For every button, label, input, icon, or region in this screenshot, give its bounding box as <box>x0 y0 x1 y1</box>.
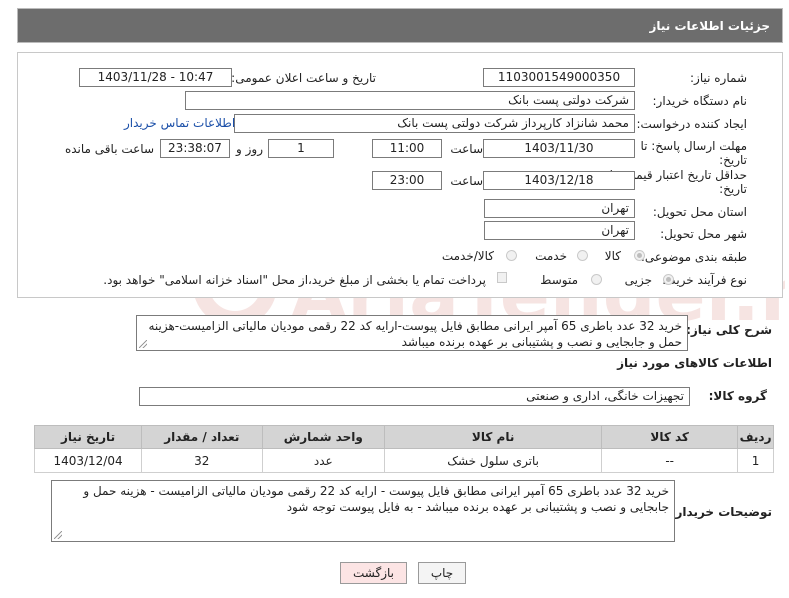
need-number-label: شماره نیاز: <box>690 71 747 85</box>
process-type-label: نوع فرآیند خرید : <box>662 273 747 287</box>
buyer-notes-text: خرید 32 عدد باطری 65 آمپر ایرانی مطابق ف… <box>51 480 675 542</box>
print-button[interactable]: چاپ <box>418 562 466 584</box>
col-qty: تعداد / مقدار <box>141 425 263 449</box>
col-date: تاریخ نیاز <box>33 425 143 449</box>
resize-grip-icon[interactable] <box>54 531 62 539</box>
need-number-field: 1103001549000350 <box>483 68 635 87</box>
category-radio-goods-service[interactable] <box>506 250 517 261</box>
creator-field: محمد شانزاد کارپرداز شرکت دولتی پست بانک <box>234 114 635 133</box>
contact-info-link[interactable]: اطلاعات تماس خریدار <box>124 116 235 130</box>
deadline-time-field: 11:00 <box>372 139 442 158</box>
validity-time-label: ساعت <box>450 174 483 188</box>
goods-section-title: اطلاعات کالاهای مورد نیاز <box>617 356 772 370</box>
deadline-label: مهلت ارسال پاسخ: تا <box>640 139 747 153</box>
summary-text-content: خرید 32 عدد باطری 65 آمپر ایرانی مطابق ف… <box>148 319 682 349</box>
buyer-notes-content: خرید 32 عدد باطری 65 آمپر ایرانی مطابق ف… <box>83 484 669 514</box>
cell-row: 1 <box>737 448 774 473</box>
cell-date: 1403/12/04 <box>33 448 143 473</box>
page-title: جزئیات اطلاعات نیاز <box>649 19 770 33</box>
category-option-goods: کالا <box>604 249 621 263</box>
cell-unit: عدد <box>261 448 386 473</box>
col-row: ردیف <box>737 425 774 449</box>
validity-time-field: 23:00 <box>372 171 442 190</box>
process-option-medium: متوسط <box>540 273 578 287</box>
city-label: شهر محل تحویل: <box>660 227 747 241</box>
cell-qty: 32 <box>141 448 263 473</box>
deadline-date-field: 1403/11/30 <box>483 139 635 158</box>
table-row: 1 -- باتری سلول خشک عدد 32 1403/12/04 <box>33 448 774 473</box>
goods-table-header: ردیف کد کالا نام کالا واحد شمارش تعداد /… <box>33 425 774 449</box>
days-remaining-field: 1 <box>268 139 334 158</box>
goods-group-label: گروه کالا: <box>708 389 767 403</box>
treasury-payment-note: پرداخت تمام یا بخشی از مبلغ خرید،از محل … <box>103 273 486 287</box>
summary-label: شرح کلی نیاز: <box>686 323 772 337</box>
province-field: تهران <box>484 199 635 218</box>
category-radio-goods[interactable] <box>634 250 645 261</box>
summary-text: خرید 32 عدد باطری 65 آمپر ایرانی مطابق ف… <box>136 315 688 351</box>
col-code: کد کالا <box>601 425 739 449</box>
validity-date-label: تاریخ: <box>719 182 747 196</box>
back-button[interactable]: بازگشت <box>340 562 407 584</box>
remaining-time-field: 23:38:07 <box>160 139 230 158</box>
buyer-notes-label: توضیحات خریدار: <box>670 505 772 519</box>
buyer-org-label: نام دستگاه خریدار: <box>652 94 748 108</box>
process-option-minor: جزیی <box>624 273 652 287</box>
cell-code: -- <box>601 448 739 473</box>
deadline-date-label: تاریخ: <box>719 153 747 167</box>
category-option-service: خدمت <box>535 249 567 263</box>
deadline-time-label: ساعت <box>450 142 483 156</box>
announce-date-label: تاریخ و ساعت اعلان عمومی: <box>231 71 376 85</box>
creator-label: ایجاد کننده درخواست: <box>636 117 747 131</box>
city-field: تهران <box>484 221 635 240</box>
validity-date-field: 1403/12/18 <box>483 171 635 190</box>
page-header: جزئیات اطلاعات نیاز <box>17 8 783 43</box>
cell-name: باتری سلول خشک <box>384 448 603 473</box>
remaining-time-label: ساعت باقی مانده <box>64 142 154 156</box>
treasury-payment-checkbox[interactable] <box>497 272 507 283</box>
category-radio-service[interactable] <box>577 250 588 261</box>
category-label: طبقه بندی موضوعی: <box>640 250 747 264</box>
col-name: نام کالا <box>384 425 603 449</box>
buyer-org-field: شرکت دولتی پست بانک <box>185 91 635 110</box>
col-unit: واحد شمارش <box>261 425 386 449</box>
days-label: روز و <box>236 142 263 156</box>
announce-date-field: 1403/11/28 - 10:47 <box>79 68 232 87</box>
category-option-goods-service: کالا/خدمت <box>441 249 494 263</box>
process-radio-medium[interactable] <box>591 274 602 285</box>
province-label: استان محل تحویل: <box>652 205 747 219</box>
goods-group-field: تجهیزات خانگی، اداری و صنعتی <box>139 387 690 406</box>
process-radio-minor[interactable] <box>663 274 674 285</box>
resize-grip-icon[interactable] <box>139 340 147 348</box>
goods-table: ردیف کد کالا نام کالا واحد شمارش تعداد /… <box>33 425 774 473</box>
